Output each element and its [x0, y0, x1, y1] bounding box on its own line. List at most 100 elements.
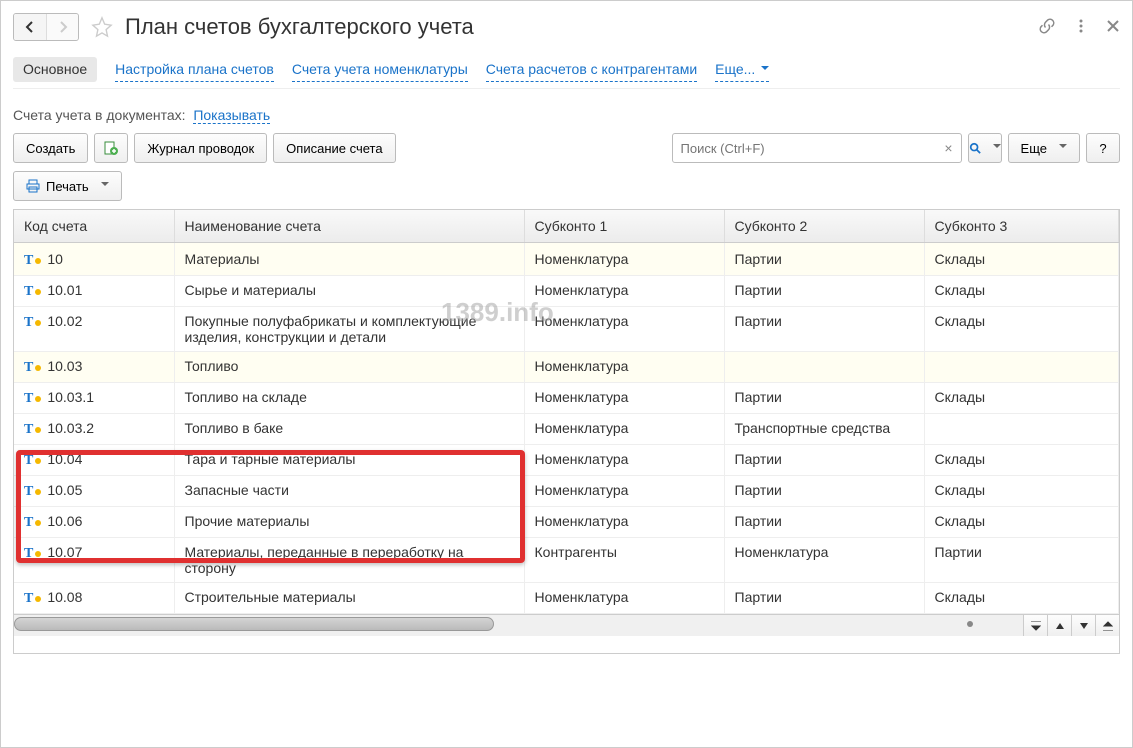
- cell-sub2: Партии: [724, 445, 924, 476]
- account-icon: Т: [24, 391, 41, 407]
- cell-sub3: Склады: [924, 507, 1119, 538]
- cell-code: 10.03.1: [47, 389, 94, 405]
- col-sub2[interactable]: Субконто 2: [724, 210, 924, 243]
- cell-sub3: Склады: [924, 307, 1119, 352]
- cell-code: 10.02: [47, 313, 82, 329]
- row-nav-up[interactable]: [1047, 615, 1071, 636]
- scrollbar-thumb[interactable]: [14, 617, 494, 631]
- tab-more[interactable]: Еще...: [715, 57, 769, 82]
- account-icon: Т: [24, 284, 41, 300]
- table-row[interactable]: Т10.05Запасные частиНоменклатураПартииСк…: [14, 476, 1119, 507]
- row-nav-down[interactable]: [1071, 615, 1095, 636]
- table-row[interactable]: Т 10.06 Прочие материалыНоменклатураПартии…: [14, 507, 1119, 538]
- cell-sub1: Номенклатура: [524, 276, 724, 307]
- print-button-label: Печать: [46, 179, 89, 194]
- table-row[interactable]: Т10.03.1Топливо на складеНоменклатураПар…: [14, 383, 1119, 414]
- print-row: Печать: [13, 171, 1120, 201]
- cell-sub2: Партии: [724, 507, 924, 538]
- cell-code: 10.06: [47, 513, 82, 529]
- cell-sub2: Партии: [724, 583, 924, 614]
- cell-name: Топливо на складе: [174, 383, 524, 414]
- tab-contractor-accounts[interactable]: Счета расчетов с контрагентами: [486, 57, 697, 82]
- search-clear-icon[interactable]: ×: [936, 140, 960, 156]
- description-button[interactable]: Описание счета: [273, 133, 395, 163]
- cell-code: 10.01: [47, 282, 82, 298]
- cell-sub2: Партии: [724, 276, 924, 307]
- tab-main[interactable]: Основное: [13, 57, 97, 82]
- cell-name: Сырье и материалы: [174, 276, 524, 307]
- cell-sub2: Партии: [724, 307, 924, 352]
- cell-name: Топливо: [174, 352, 524, 383]
- account-icon: Т: [24, 422, 41, 438]
- row-nav-bottom[interactable]: [1095, 615, 1119, 636]
- accounts-grid[interactable]: Код счета Наименование счета Субконто 1 …: [14, 210, 1119, 614]
- cell-sub1: Номенклатура: [524, 507, 724, 538]
- cell-sub2: Партии: [724, 243, 924, 276]
- search-field[interactable]: ×: [672, 133, 962, 163]
- account-icon: Т: [24, 484, 41, 500]
- table-row[interactable]: Т10МатериалыНоменклатураПартииСклады: [14, 243, 1119, 276]
- cell-sub3: Партии: [924, 538, 1119, 583]
- cell-name: Строительные материалы: [174, 583, 524, 614]
- close-icon[interactable]: [1106, 19, 1120, 36]
- cell-code: 10.03: [47, 358, 82, 374]
- account-icon: Т: [24, 360, 41, 376]
- back-button[interactable]: [14, 14, 46, 40]
- col-sub1[interactable]: Субконто 1: [524, 210, 724, 243]
- kebab-menu-icon[interactable]: [1074, 19, 1088, 36]
- titlebar: План счетов бухгалтерского учета: [13, 13, 1120, 41]
- cell-name: Прочие материалы: [174, 507, 524, 538]
- journal-button[interactable]: Журнал проводок: [134, 133, 267, 163]
- forward-button[interactable]: [46, 14, 78, 40]
- filter-label: Счета учета в документах:: [13, 107, 186, 123]
- cell-sub1: Контрагенты: [524, 538, 724, 583]
- table-row[interactable]: Т10.08Строительные материалыНоменклатура…: [14, 583, 1119, 614]
- account-icon: Т: [24, 453, 41, 469]
- row-nav-top[interactable]: [1023, 615, 1047, 636]
- more-button[interactable]: Еще: [1008, 133, 1080, 163]
- account-icon: Т: [24, 253, 41, 269]
- search-options-button[interactable]: [968, 133, 1002, 163]
- table-row[interactable]: Т10.04Тара и тарные материалыНоменклатур…: [14, 445, 1119, 476]
- chart-of-accounts-window: План счетов бухгалтерского учета Основно…: [0, 0, 1133, 748]
- table-row[interactable]: Т10.07Материалы, переданные в переработк…: [14, 538, 1119, 583]
- table-row[interactable]: Т10.02Покупные полуфабрикаты и комплекту…: [14, 307, 1119, 352]
- link-icon[interactable]: [1038, 17, 1056, 38]
- print-button[interactable]: Печать: [13, 171, 122, 201]
- cell-code: 10.03.2: [47, 420, 94, 436]
- tab-plan-settings[interactable]: Настройка плана счетов: [115, 57, 274, 82]
- account-icon: Т: [24, 515, 41, 531]
- col-name[interactable]: Наименование счета: [174, 210, 524, 243]
- table-row[interactable]: Т10.03.2Топливо в бакеНоменклатураТрансп…: [14, 414, 1119, 445]
- help-button[interactable]: ?: [1086, 133, 1120, 163]
- cell-sub2: Номенклатура: [724, 538, 924, 583]
- col-sub3[interactable]: Субконто 3: [924, 210, 1119, 243]
- cell-code: 10.07: [47, 544, 82, 560]
- cell-sub3: [924, 414, 1119, 445]
- filter-show-link[interactable]: Показывать: [193, 107, 270, 124]
- tab-nomenclature-accounts[interactable]: Счета учета номенклатуры: [292, 57, 468, 82]
- cell-name: Топливо в баке: [174, 414, 524, 445]
- nav-buttons: [13, 13, 79, 41]
- cell-sub1: Номенклатура: [524, 307, 724, 352]
- account-icon: Т: [24, 591, 41, 607]
- create-copy-button[interactable]: [94, 133, 128, 163]
- table-row[interactable]: Т10.03ТопливоНоменклатура: [14, 352, 1119, 383]
- horizontal-scrollbar[interactable]: [14, 615, 1023, 636]
- create-button[interactable]: Создать: [13, 133, 88, 163]
- cell-sub1: Номенклатура: [524, 414, 724, 445]
- grid-header-row: Код счета Наименование счета Субконто 1 …: [14, 210, 1119, 243]
- cell-sub1: Номенклатура: [524, 383, 724, 414]
- col-code[interactable]: Код счета: [14, 210, 174, 243]
- row-nav: [1023, 615, 1119, 636]
- scrollbar-marker: [967, 621, 973, 627]
- cell-sub2: [724, 352, 924, 383]
- tabs-bar: Основное Настройка плана счетов Счета уч…: [13, 57, 1120, 89]
- cell-name: Покупные полуфабрикаты и комплектующие и…: [174, 307, 524, 352]
- favorite-star-icon[interactable]: [91, 16, 113, 38]
- cell-sub3: [924, 352, 1119, 383]
- cell-code: 10.04: [47, 451, 82, 467]
- cell-sub3: Склады: [924, 445, 1119, 476]
- search-input[interactable]: [673, 141, 937, 156]
- table-row[interactable]: Т 10.01 Сырье и материалыНоменклатураПарти…: [14, 276, 1119, 307]
